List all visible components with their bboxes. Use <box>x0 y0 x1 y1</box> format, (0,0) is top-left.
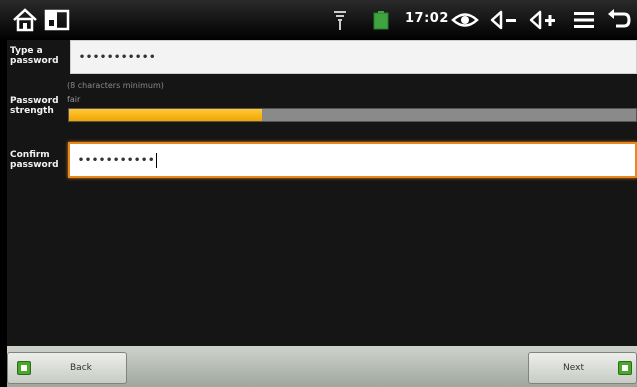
recent-apps-icon[interactable] <box>42 6 72 34</box>
home-icon[interactable] <box>10 6 40 34</box>
next-button-label: Next <box>563 363 584 373</box>
back-icon[interactable] <box>604 6 634 34</box>
battery-icon <box>372 6 390 34</box>
menu-icon[interactable] <box>571 6 597 34</box>
strength-meter-fill <box>69 109 262 121</box>
navigation-bar: Back Next <box>7 346 637 387</box>
eye-icon[interactable] <box>449 6 481 34</box>
next-button[interactable]: Next <box>528 352 637 384</box>
confirm-label: Confirm password <box>10 150 59 170</box>
next-button-icon <box>618 361 632 375</box>
confirm-password-input[interactable]: ••••••••••• <box>68 142 637 178</box>
strength-meter <box>68 108 637 122</box>
wifi-signal-icon <box>330 6 350 34</box>
password-input[interactable]: ••••••••••• <box>70 40 637 74</box>
text-cursor <box>156 152 158 168</box>
status-bar: 17:02 <box>0 0 637 40</box>
status-clock: 17:02 <box>405 11 449 26</box>
back-button-icon <box>17 361 31 375</box>
volume-down-icon[interactable] <box>488 6 520 34</box>
password-label: Type a password <box>10 46 59 66</box>
back-button-label: Back <box>70 363 92 373</box>
volume-up-icon[interactable] <box>527 6 559 34</box>
strength-value: fair <box>67 95 81 104</box>
back-button[interactable]: Back <box>7 352 127 384</box>
password-setup-form: Type a password ••••••••••• (8 character… <box>7 40 637 346</box>
strength-label: Password strength <box>10 96 59 116</box>
password-length-hint: (8 characters minimum) <box>67 81 164 90</box>
